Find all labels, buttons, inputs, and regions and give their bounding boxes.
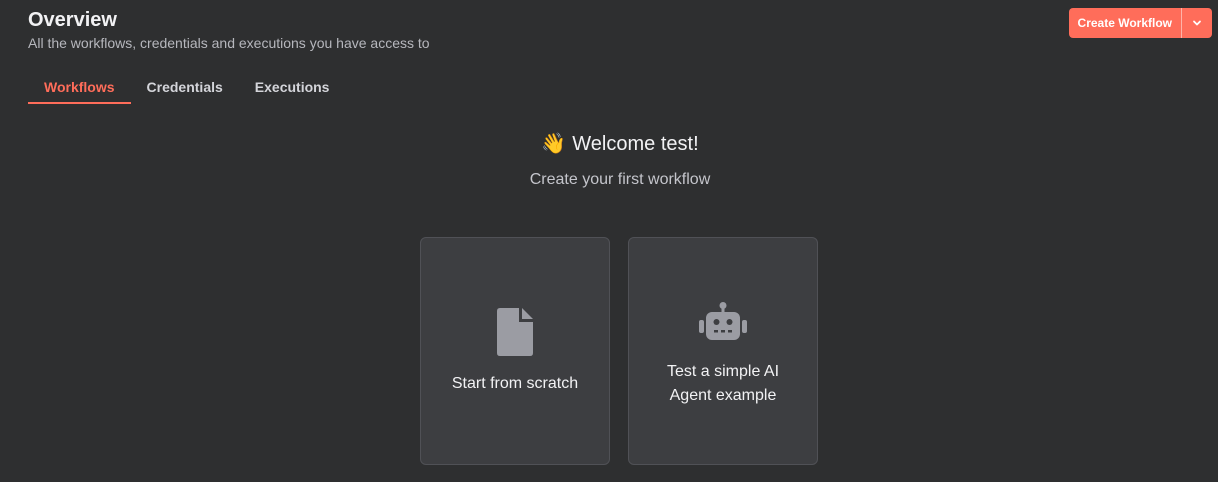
tab-executions[interactable]: Executions	[239, 70, 346, 104]
tab-workflows[interactable]: Workflows	[28, 70, 131, 104]
page-title: Overview	[28, 9, 117, 31]
welcome-subtitle: Create your first workflow	[529, 171, 711, 188]
start-from-scratch-card[interactable]: Start from scratch	[420, 237, 610, 465]
create-workflow-dropdown-button[interactable]	[1182, 8, 1212, 38]
page-header: Overview All the workflows, credentials …	[28, 8, 430, 52]
card-label: Test a simple AI Agent example	[666, 363, 780, 404]
tab-credentials[interactable]: Credentials	[131, 70, 239, 104]
welcome-section: 👋 Welcome test! Create your first workfl…	[0, 130, 1218, 190]
waving-hand-icon: 👋	[541, 133, 567, 155]
create-workflow-button-group: Create Workflow	[1068, 8, 1212, 38]
robot-icon	[629, 302, 817, 342]
welcome-title: Welcome test!	[572, 133, 699, 155]
chevron-down-icon	[1192, 16, 1202, 31]
overview-tabs: Workflows Credentials Executions	[28, 70, 345, 104]
file-icon	[421, 308, 609, 356]
page-subtitle: All the workflows, credentials and execu…	[28, 35, 430, 51]
create-workflow-button[interactable]: Create Workflow	[1068, 8, 1181, 38]
card-label: Start from scratch	[451, 375, 579, 392]
welcome-heading: 👋 Welcome test!	[541, 130, 698, 158]
ai-agent-example-card[interactable]: Test a simple AI Agent example	[628, 237, 818, 465]
